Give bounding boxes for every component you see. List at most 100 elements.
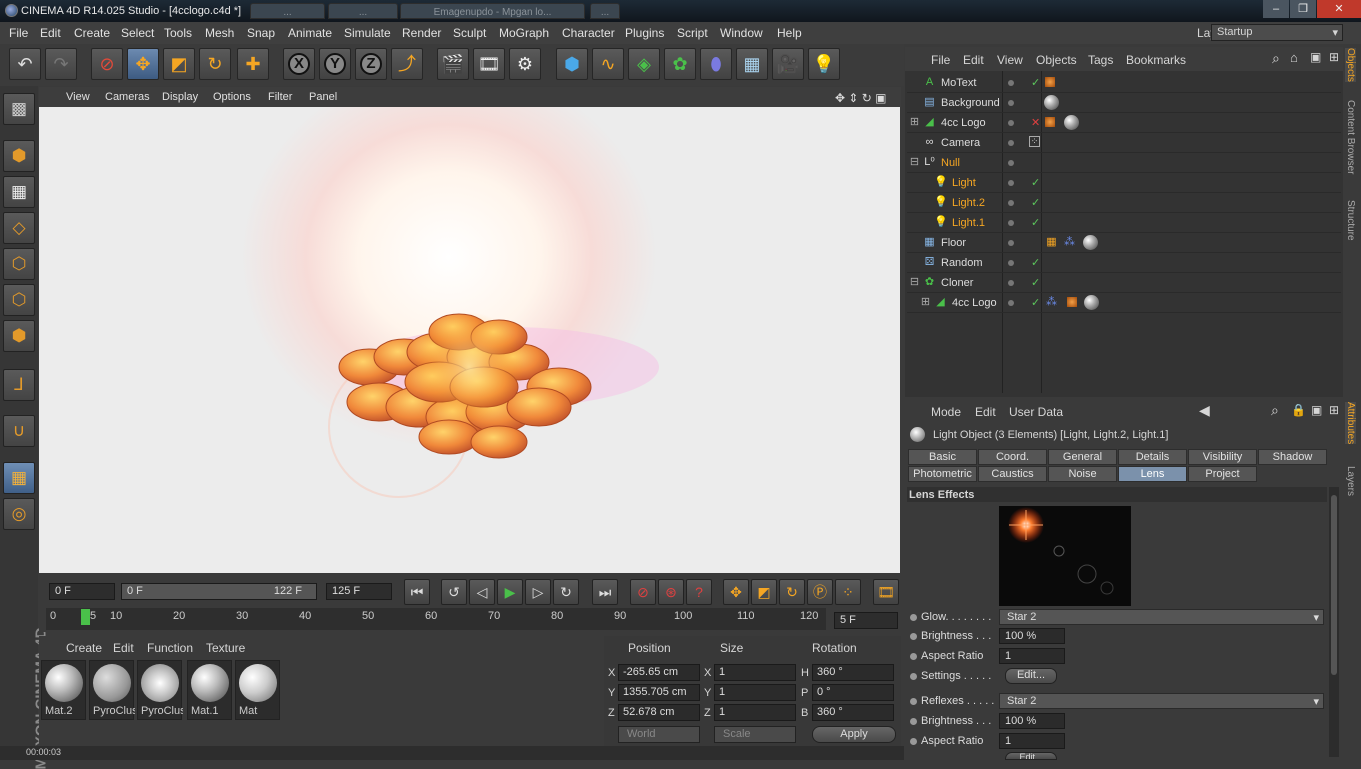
object-row[interactable]: A MoText ✓ xyxy=(907,73,1341,93)
menu-simulate[interactable]: Simulate xyxy=(344,26,391,40)
animate-dot[interactable] xyxy=(910,653,917,660)
key-rotation-icon[interactable]: ↻ xyxy=(779,579,805,605)
workplane-mode-icon[interactable]: ◇ xyxy=(3,212,35,244)
attributes-scrollbar[interactable] xyxy=(1329,487,1339,757)
multi-material-tag-icon[interactable]: ⁂ xyxy=(1063,236,1076,249)
visibility-dot[interactable] xyxy=(1008,240,1014,246)
render-picture-viewer-icon[interactable]: 🎞 xyxy=(473,48,505,80)
menu-tools[interactable]: Tools xyxy=(164,26,192,40)
mat-menu-function[interactable]: Function xyxy=(147,641,193,655)
obj-menu-bookmarks[interactable]: Bookmarks xyxy=(1126,53,1186,67)
vp-menu-view[interactable]: View xyxy=(66,91,90,103)
visibility-dot[interactable] xyxy=(1008,120,1014,126)
visibility-dot[interactable] xyxy=(1008,220,1014,226)
obj-menu-file[interactable]: File xyxy=(931,53,950,67)
animate-dot[interactable] xyxy=(910,673,917,680)
glow-dropdown[interactable]: Star 2 ▾ xyxy=(999,609,1324,625)
key-scale-icon[interactable]: ◩ xyxy=(751,579,777,605)
material-tag-icon[interactable] xyxy=(1083,235,1098,250)
lock-icon[interactable]: 🔒 xyxy=(1291,403,1306,417)
enabled-check-icon[interactable]: ✓ xyxy=(1031,296,1040,309)
rotate-icon[interactable]: ↻ xyxy=(199,48,231,80)
timeline-window-icon[interactable]: 🎞 xyxy=(873,579,899,605)
enabled-check-icon[interactable]: ✓ xyxy=(1031,256,1040,269)
background-tab[interactable]: ... xyxy=(590,3,620,19)
rotation-p-field[interactable]: 0 ° xyxy=(812,684,894,701)
visibility-dot[interactable] xyxy=(1008,180,1014,186)
mat-menu-edit[interactable]: Edit xyxy=(113,641,134,655)
material-swatch[interactable]: Mat xyxy=(235,660,280,720)
coordinate-system-dropdown[interactable]: World xyxy=(618,726,700,743)
visibility-dot[interactable] xyxy=(1008,160,1014,166)
tab-visibility[interactable]: Visibility xyxy=(1188,449,1257,465)
animate-dot[interactable] xyxy=(910,718,917,725)
max-frame-field[interactable]: 125 F xyxy=(326,583,392,600)
tab-details[interactable]: Details xyxy=(1118,449,1187,465)
object-row[interactable]: ⊟ ✿ Cloner ✓ xyxy=(907,273,1341,293)
animate-dot[interactable] xyxy=(910,614,917,621)
menu-file[interactable]: File xyxy=(9,26,28,40)
axis-mode-icon[interactable]: ⅃ xyxy=(3,369,35,401)
next-frame-icon[interactable]: ▷ xyxy=(525,579,551,605)
target-tag-icon[interactable]: ⁘ xyxy=(1029,136,1040,147)
menu-sculpt[interactable]: Sculpt xyxy=(453,26,486,40)
reflexes-dropdown[interactable]: Star 2 ▾ xyxy=(999,693,1324,709)
menu-help[interactable]: Help xyxy=(777,26,802,40)
magnet-icon[interactable]: ∪ xyxy=(3,415,35,447)
mat-menu-texture[interactable]: Texture xyxy=(206,641,245,655)
size-x-field[interactable]: 1 xyxy=(714,664,796,681)
previous-key-icon[interactable]: ↺ xyxy=(441,579,467,605)
background-tab[interactable]: ... xyxy=(328,3,398,19)
points-mode-icon[interactable]: ⬡ xyxy=(3,248,35,280)
side-tab-content-browser[interactable]: Content Browser xyxy=(1345,100,1356,174)
x-axis-icon[interactable]: X xyxy=(283,48,315,80)
tab-photometric[interactable]: Photometric xyxy=(908,466,977,482)
3d-viewport[interactable] xyxy=(39,107,900,573)
current-frame-field[interactable]: 0 F xyxy=(49,583,115,600)
new-window-icon[interactable]: ▣ xyxy=(1310,50,1321,64)
menu-create[interactable]: Create xyxy=(74,26,110,40)
menu-select[interactable]: Select xyxy=(121,26,154,40)
size-mode-dropdown[interactable]: Scale xyxy=(714,726,796,743)
tab-caustics[interactable]: Caustics xyxy=(978,466,1047,482)
reflex-edit-button[interactable]: Edit... xyxy=(1005,752,1057,760)
menu-mesh[interactable]: Mesh xyxy=(205,26,234,40)
vp-menu-filter[interactable]: Filter xyxy=(268,91,292,103)
cube-icon[interactable]: ⬢ xyxy=(556,48,588,80)
scale-icon[interactable]: ◩ xyxy=(163,48,195,80)
playhead[interactable] xyxy=(81,609,90,625)
enabled-check-icon[interactable]: ✓ xyxy=(1031,276,1040,289)
expand-icon[interactable]: ⊞ xyxy=(1329,50,1339,64)
tab-basic[interactable]: Basic xyxy=(908,449,977,465)
object-row[interactable]: 💡 Light ✓ xyxy=(907,173,1341,193)
enabled-check-icon[interactable]: ✓ xyxy=(1031,176,1040,189)
last-tool-icon[interactable]: ✚ xyxy=(237,48,269,80)
search-icon[interactable]: ⌕ xyxy=(1271,402,1279,419)
material-tag-icon[interactable] xyxy=(1044,95,1059,110)
edges-mode-icon[interactable]: ⬡ xyxy=(3,284,35,316)
collapse-minus-icon[interactable]: ⊟ xyxy=(908,276,921,289)
z-axis-icon[interactable]: Z xyxy=(355,48,387,80)
rotation-h-field[interactable]: 360 ° xyxy=(812,664,894,681)
next-key-icon[interactable]: ↻ xyxy=(553,579,579,605)
object-row[interactable]: ▤ Background xyxy=(907,93,1341,113)
position-y-field[interactable]: 1355.705 cm xyxy=(618,684,700,701)
layout-dropdown[interactable]: Startup ▾ xyxy=(1211,24,1343,41)
size-y-field[interactable]: 1 xyxy=(714,684,796,701)
world-coordinates-icon[interactable]: ⤴ xyxy=(391,48,423,80)
key-position-icon[interactable]: ✥ xyxy=(723,579,749,605)
background-tab[interactable]: Emagenupdo - Mpgan lo... xyxy=(400,3,585,19)
side-tab-attributes[interactable]: Attributes xyxy=(1345,402,1356,445)
visibility-dot[interactable] xyxy=(1008,140,1014,146)
object-row[interactable]: 💡 Light.2 ✓ xyxy=(907,193,1341,213)
visibility-dot[interactable] xyxy=(1008,100,1014,106)
menu-window[interactable]: Window xyxy=(720,26,763,40)
compositing-tag-icon[interactable]: ▦ xyxy=(1045,236,1058,249)
vp-menu-cameras[interactable]: Cameras xyxy=(105,91,150,103)
animate-dot[interactable] xyxy=(910,633,917,640)
apply-button[interactable]: Apply xyxy=(812,726,896,743)
material-swatch[interactable]: PyroClus xyxy=(137,660,183,720)
camera-icon[interactable]: 🎥 xyxy=(772,48,804,80)
autokeying-icon[interactable]: ⊛ xyxy=(658,579,684,605)
animate-dot[interactable] xyxy=(910,738,917,745)
